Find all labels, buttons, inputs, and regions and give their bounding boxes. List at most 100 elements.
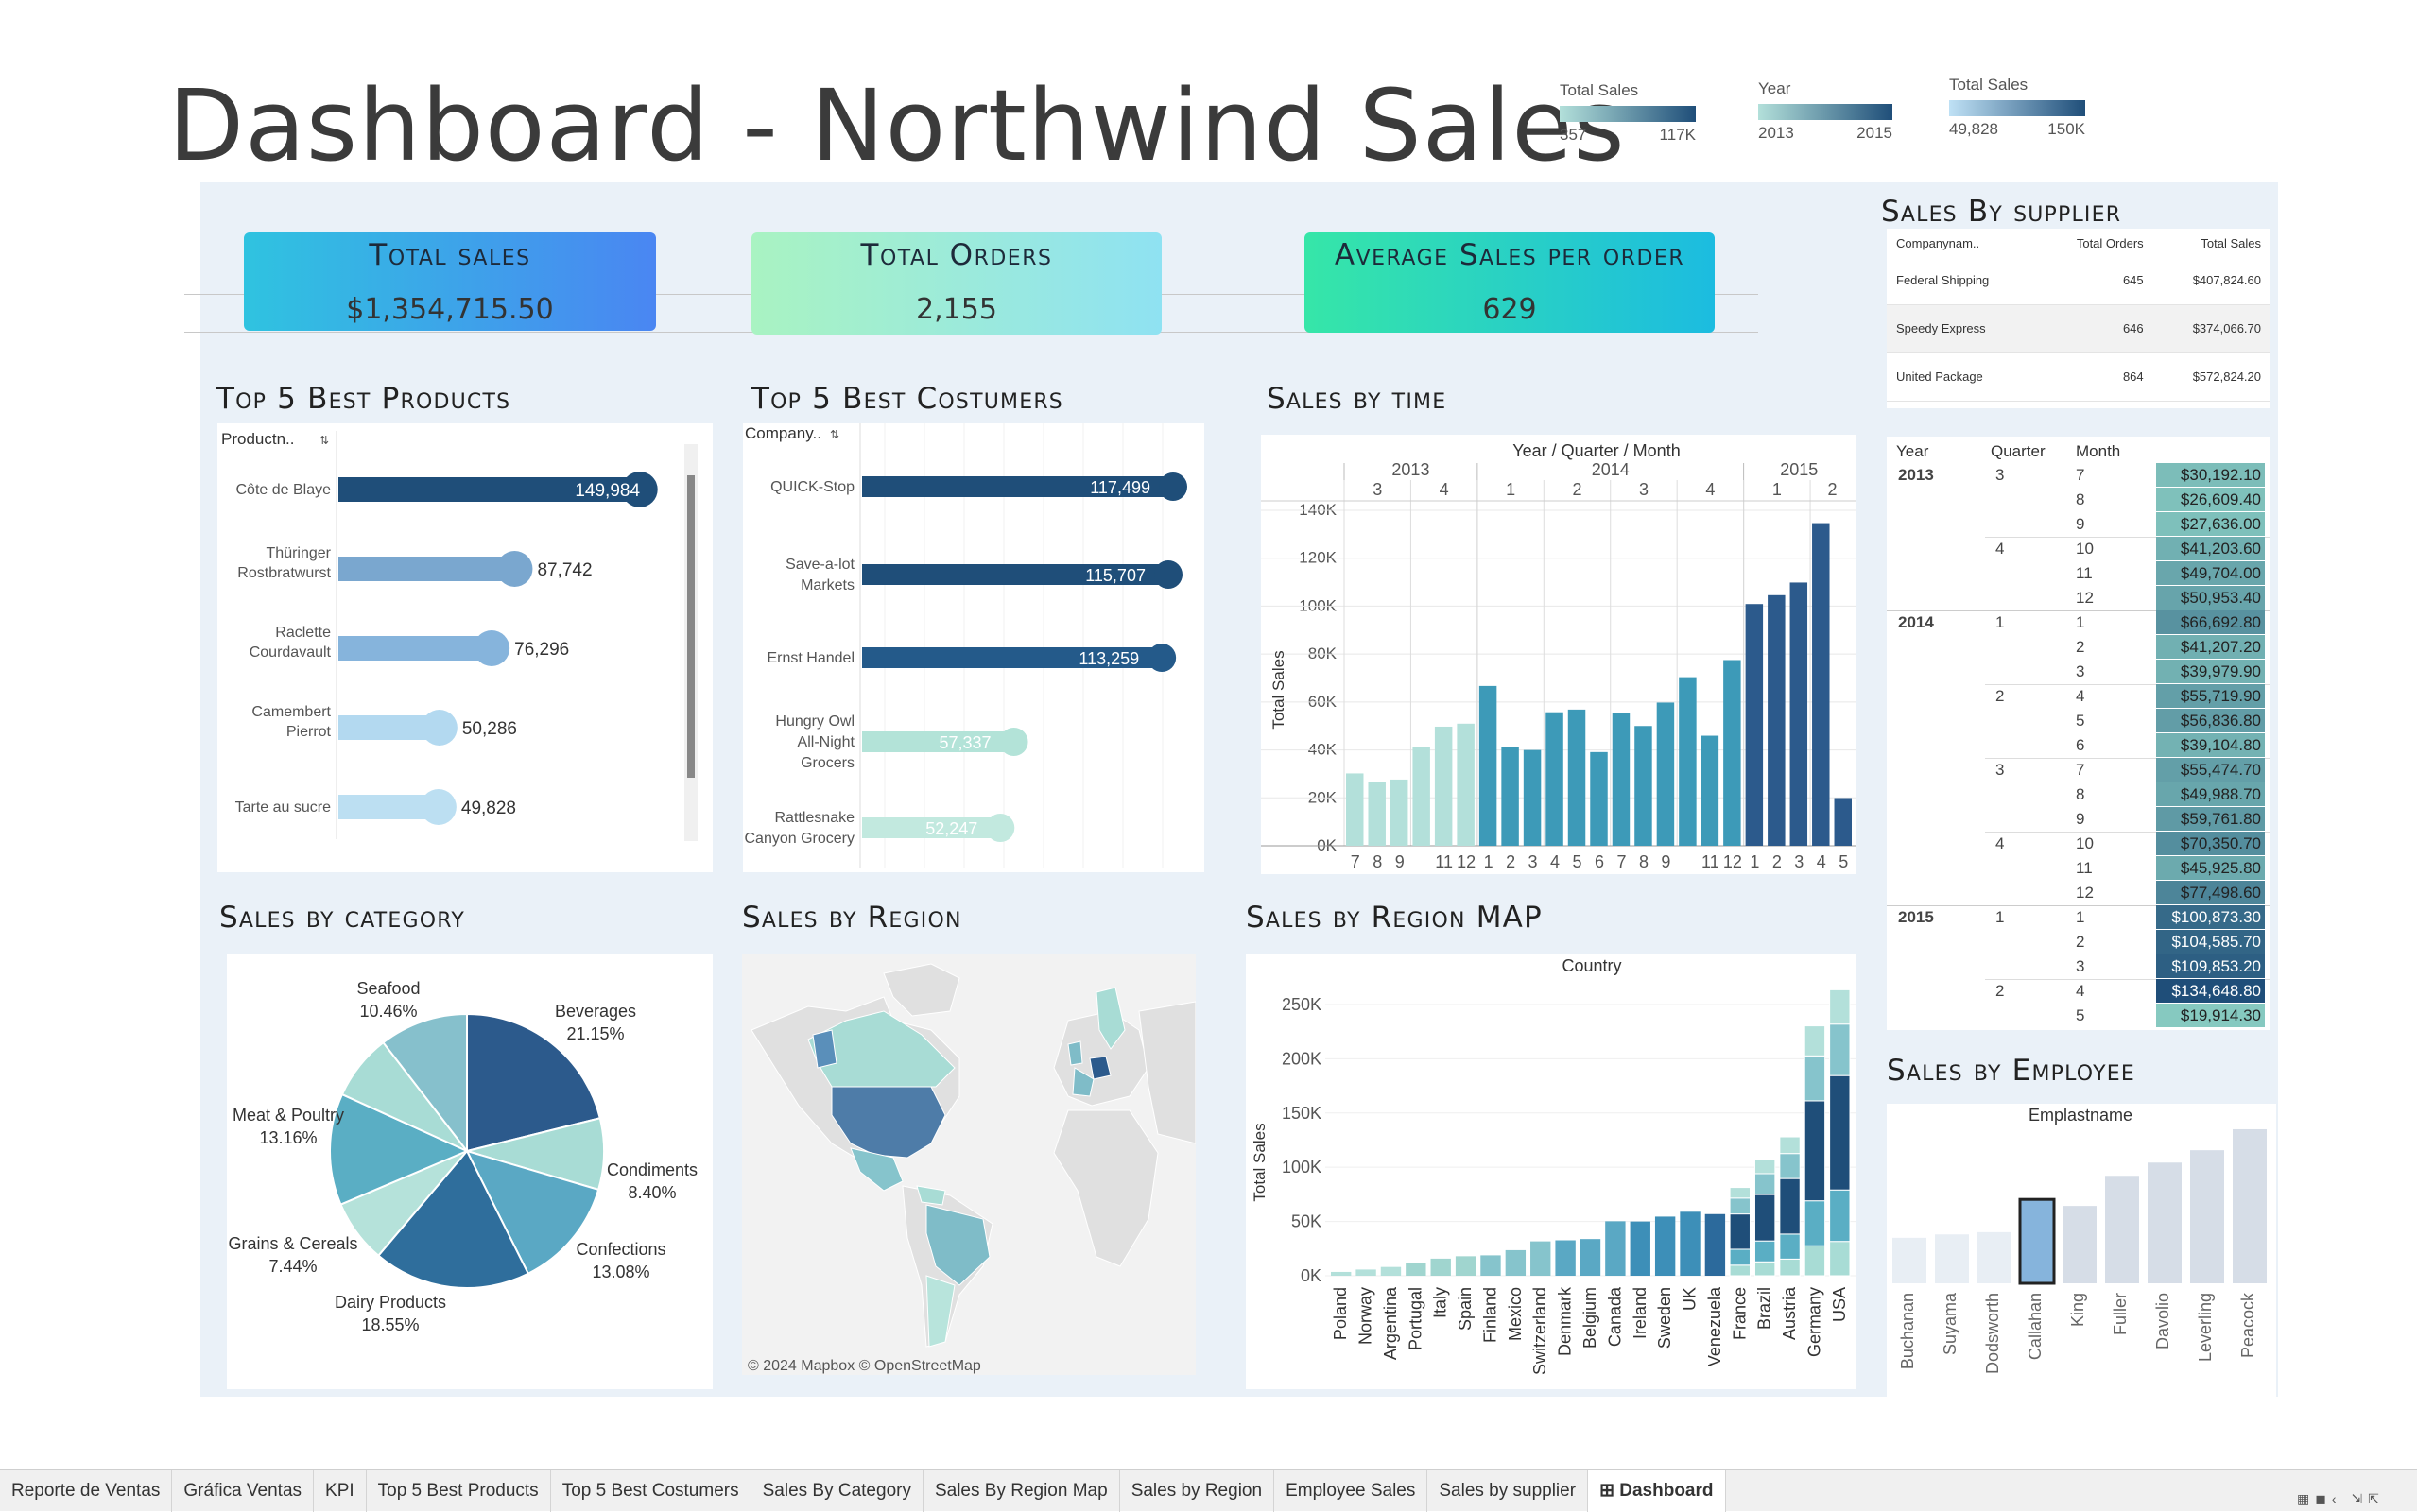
world-map[interactable]: © 2024 Mapbox © OpenStreetMap — [742, 954, 1197, 1375]
scrollbar-thumb[interactable] — [687, 475, 695, 778]
bar[interactable] — [1701, 735, 1719, 846]
table-row[interactable]: 4 10 $41,203.60 — [1887, 537, 2270, 561]
col-header[interactable]: Year — [1896, 442, 1928, 461]
tab-sales-by-region-map[interactable]: Sales By Region Map — [924, 1469, 1120, 1512]
table-row[interactable]: 3 7 $55,474.70 — [1887, 758, 2270, 782]
bar-segment[interactable] — [1729, 1248, 1751, 1266]
tab-dashboard[interactable]: ⊞ Dashboard — [1588, 1469, 1726, 1512]
bar[interactable] — [1430, 1258, 1451, 1276]
table-row[interactable]: United Package 864 $572,824.20 — [1887, 352, 2270, 402]
table-row[interactable]: 2 4 $55,719.90 — [1887, 684, 2270, 709]
col-header[interactable]: Total Orders — [2037, 229, 2152, 256]
bar[interactable] — [1935, 1234, 1969, 1283]
bar-segment[interactable] — [1753, 1194, 1776, 1242]
table-row[interactable]: 11 $45,925.80 — [1887, 856, 2270, 881]
table-row[interactable]: 5 $56,836.80 — [1887, 709, 2270, 733]
bar[interactable] — [1630, 1221, 1650, 1276]
bar[interactable] — [1834, 798, 1852, 846]
table-row[interactable]: Speedy Express 646 $374,066.70 — [1887, 304, 2270, 353]
bar-segment[interactable] — [1779, 1258, 1801, 1277]
tab-sales-by-supplier[interactable]: Sales by supplier — [1427, 1469, 1589, 1512]
table-row[interactable]: 2013 3 7 $30,192.10 — [1887, 463, 2270, 488]
bar-end[interactable] — [420, 789, 457, 825]
bar-end[interactable] — [496, 551, 533, 587]
col-header[interactable]: Quarter — [1991, 442, 2046, 461]
bar[interactable] — [1331, 1271, 1352, 1276]
bar-segment[interactable] — [1829, 1189, 1851, 1243]
bar[interactable] — [1478, 685, 1497, 846]
bar-end[interactable] — [999, 728, 1028, 756]
table-row[interactable]: 12 $77,498.60 — [1887, 881, 2270, 905]
bar[interactable] — [1704, 1213, 1726, 1276]
table-row[interactable]: 8 $26,609.40 — [1887, 488, 2270, 512]
tab-kpi[interactable]: KPI — [314, 1469, 367, 1512]
bar-segment[interactable] — [1729, 1197, 1751, 1215]
table-row[interactable]: 12 $50,953.40 — [1887, 586, 2270, 610]
bar-end[interactable] — [1158, 472, 1187, 501]
bar[interactable] — [2233, 1128, 2267, 1283]
bar[interactable] — [1457, 723, 1475, 846]
bar-segment[interactable] — [1779, 1177, 1801, 1235]
bar-end[interactable] — [1153, 560, 1183, 589]
bar[interactable] — [1654, 1216, 1676, 1276]
bar-segment[interactable] — [1804, 1245, 1826, 1277]
table-row[interactable]: 4 10 $70,350.70 — [1887, 832, 2270, 856]
home-icon[interactable]: ⌂ — [185, 299, 210, 325]
bar[interactable] — [1656, 702, 1675, 846]
bar-segment[interactable] — [1804, 1100, 1826, 1202]
tab-top-5-best-products[interactable]: Top 5 Best Products — [367, 1469, 551, 1512]
table-row[interactable]: 2 $41,207.20 — [1887, 635, 2270, 660]
bar[interactable] — [1745, 604, 1764, 846]
table-row[interactable]: 6 $39,104.80 — [1887, 733, 2270, 758]
bar-segment[interactable] — [1779, 1136, 1801, 1155]
bar-segment[interactable] — [1753, 1159, 1776, 1175]
bar[interactable] — [1355, 1269, 1376, 1276]
bar[interactable] — [1892, 1237, 1926, 1283]
bar[interactable] — [1545, 712, 1563, 846]
bar[interactable] — [1679, 677, 1697, 846]
col-header[interactable]: Companynam.. — [1887, 229, 2037, 256]
bar-segment[interactable] — [1804, 1200, 1826, 1246]
tab-employee-sales[interactable]: Employee Sales — [1274, 1469, 1428, 1512]
bar[interactable] — [1523, 749, 1542, 846]
bar-segment[interactable] — [1779, 1233, 1801, 1260]
bar[interactable] — [1390, 779, 1408, 846]
bar[interactable] — [1555, 1240, 1576, 1276]
bar[interactable] — [1368, 782, 1386, 846]
tab-controls[interactable]: ▦◼‹ ⇲⇱ — [2297, 1491, 2385, 1507]
tab-top-5-best-costumers[interactable]: Top 5 Best Costumers — [551, 1469, 751, 1512]
table-row[interactable]: 3 $39,979.90 — [1887, 660, 2270, 684]
bar[interactable] — [338, 636, 492, 661]
bar[interactable] — [2018, 1197, 2056, 1285]
bar-end[interactable] — [474, 630, 510, 666]
table-row[interactable]: Federal Shipping 645 $407,824.60 — [1887, 256, 2270, 305]
bar-end[interactable] — [986, 814, 1015, 842]
table-row[interactable]: 3 $109,853.20 — [1887, 954, 2270, 979]
bar[interactable] — [1406, 1263, 1426, 1276]
table-row[interactable]: 2 4 $134,648.80 — [1887, 979, 2270, 1004]
bar[interactable] — [1505, 1249, 1527, 1276]
bar[interactable] — [338, 557, 515, 581]
table-row[interactable]: 2015 1 1 $100,873.30 — [1887, 905, 2270, 930]
bar[interactable] — [1530, 1241, 1551, 1276]
table-row[interactable]: 9 $59,761.80 — [1887, 807, 2270, 832]
col-header[interactable]: Total Sales — [2153, 229, 2270, 256]
bar-segment[interactable] — [1829, 988, 1851, 1025]
bar-segment[interactable] — [1804, 1025, 1826, 1057]
tab-sales-by-region[interactable]: Sales by Region — [1120, 1469, 1275, 1512]
bar[interactable] — [1480, 1255, 1501, 1276]
bar[interactable] — [1590, 751, 1608, 846]
bar[interactable] — [1501, 747, 1519, 846]
col-header[interactable]: Month — [2076, 442, 2120, 461]
bar[interactable] — [1412, 747, 1430, 846]
bar[interactable] — [1567, 709, 1586, 846]
bar[interactable] — [2105, 1176, 2139, 1283]
bar-segment[interactable] — [1753, 1240, 1776, 1263]
table-row[interactable]: 2014 1 1 $66,692.80 — [1887, 610, 2270, 635]
bar-segment[interactable] — [1829, 1023, 1851, 1076]
bar-segment[interactable] — [1829, 1074, 1851, 1191]
bar-segment[interactable] — [1753, 1173, 1776, 1195]
bar[interactable] — [2063, 1206, 2097, 1283]
bar-end[interactable] — [1148, 644, 1177, 672]
bar-segment[interactable] — [1729, 1213, 1751, 1250]
